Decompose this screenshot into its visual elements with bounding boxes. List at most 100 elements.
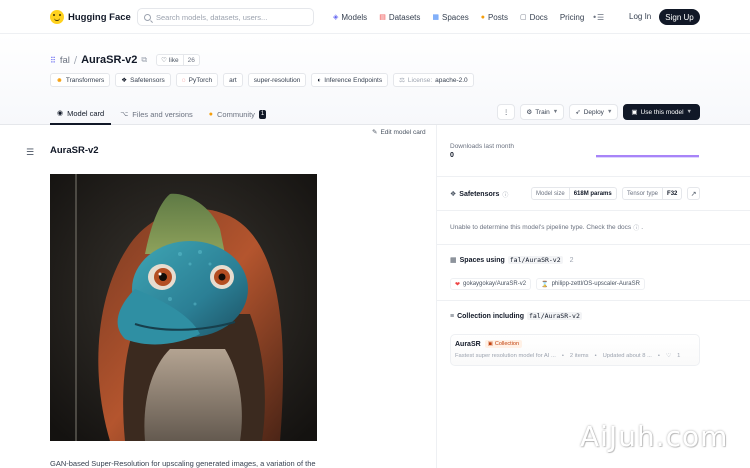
downloads-label: Downloads last month	[450, 143, 514, 150]
hourglass-icon: ⌛	[541, 281, 549, 288]
downloads-value: 0	[450, 152, 454, 159]
repo-title-row: ⠿ fal / AuraSR-v2 ⧉ ♡ like 26	[50, 53, 200, 67]
collection-icon: ≡	[450, 312, 455, 320]
repo-tabs: ◉ Model card ⌥ Files and versions ● Comm…	[50, 103, 275, 125]
collection-badge: ▣ Collection	[484, 340, 523, 348]
train-button[interactable]: ⚙ Train ▼	[520, 104, 565, 120]
nav-link-pricing[interactable]: Pricing	[560, 13, 584, 22]
collection-name: AuraSR	[455, 340, 481, 348]
database-icon: ▤	[379, 14, 386, 21]
repo-name[interactable]: AuraSR-v2	[81, 54, 137, 66]
table-of-contents-icon[interactable]: ☰	[26, 148, 34, 158]
space-chip[interactable]: ❤ gokaygokay/AuraSR-v2	[450, 278, 532, 290]
external-link-icon[interactable]: ↗	[687, 187, 700, 200]
posts-icon: ●	[480, 13, 485, 21]
hugging-face-emoji-icon	[50, 10, 64, 24]
info-icon[interactable]: ⓘ	[502, 190, 508, 199]
search-icon	[144, 13, 151, 21]
downloads-sparkline	[596, 155, 699, 158]
login-link[interactable]: Log In	[629, 12, 651, 21]
thumbs-up-icon: ♡	[665, 353, 672, 359]
docs-icon: ▢	[519, 14, 527, 21]
search-box[interactable]	[137, 8, 314, 26]
collection-icon: ▣	[487, 341, 493, 347]
transformers-icon: ☻	[56, 76, 63, 84]
tag-inference-endpoints[interactable]: ◐ Inference Endpoints	[311, 73, 389, 87]
collection-heading: ≡ Collection including fal/AuraSR-v2	[450, 312, 582, 320]
pipeline-note: Unable to determine this model's pipelin…	[450, 223, 644, 232]
safetensors-heading: ❖ Safetensors ⓘ	[450, 190, 509, 199]
repo-slash: /	[73, 54, 78, 66]
deploy-button[interactable]: ➶ Deploy ▼	[569, 104, 619, 120]
model-card-heading: AuraSR-v2	[50, 145, 99, 156]
section-divider	[437, 300, 750, 301]
nav-link-models[interactable]: ◈ Models	[333, 13, 367, 22]
model-card-icon: ◉	[57, 110, 64, 117]
tag-art[interactable]: art	[223, 73, 243, 87]
tab-community[interactable]: ● Community 1	[202, 103, 274, 125]
section-divider	[437, 176, 750, 177]
chevron-down-icon: ▼	[606, 109, 613, 115]
repo-header: ⠿ fal / AuraSR-v2 ⧉ ♡ like 26 ☻ Transfor…	[0, 34, 750, 125]
info-icon[interactable]: ⓘ	[633, 223, 639, 232]
community-icon: ●	[208, 110, 213, 118]
more-options-button[interactable]: ⋮	[496, 104, 516, 120]
spaces-icon: ▦	[450, 257, 457, 264]
nav-links: ◈ Models ▤ Datasets ▦ Spaces ● Posts ▢ D…	[333, 9, 604, 25]
files-icon: ⌥	[120, 111, 129, 118]
like-count: 26	[187, 56, 195, 64]
repo-actions: ⋮ ⚙ Train ▼ ➶ Deploy ▼ ▣ Use this model …	[496, 104, 700, 120]
cube-icon: ◈	[333, 14, 339, 21]
more-menu-icon[interactable]: •☰	[592, 13, 604, 22]
model-size-pill: Model size 618M params	[531, 187, 617, 200]
spaces-icon: ▦	[432, 14, 440, 21]
tag-safetensors[interactable]: ❖ Safetensors	[115, 73, 171, 87]
collection-card[interactable]: AuraSR ▣ Collection Fastest super resolu…	[450, 334, 700, 366]
chevron-down-icon: ▼	[552, 109, 559, 115]
space-chip[interactable]: ⌛ philipp-zettl/OS-upscaler-AuraSR	[536, 278, 645, 290]
top-navbar: Hugging Face ◈ Models ▤ Datasets ▦ Space…	[0, 0, 750, 34]
model-description-text: GAN-based Super-Resolution for upscaling…	[50, 459, 316, 468]
collection-meta: Fastest super resolution model for AI ..…	[455, 353, 681, 359]
pencil-icon: ✎	[372, 129, 378, 136]
tag-super-resolution[interactable]: super-resolution	[247, 73, 307, 87]
safetensors-icon: ❖	[121, 77, 128, 84]
use-this-model-button[interactable]: ▣ Use this model ▼	[623, 104, 700, 120]
tab-model-card[interactable]: ◉ Model card	[50, 103, 112, 125]
tag-pytorch[interactable]: ◌ PyTorch	[175, 73, 219, 87]
watermark-text: AiJuh.com	[580, 420, 729, 453]
nav-link-spaces[interactable]: ▦ Spaces	[432, 13, 468, 22]
search-input[interactable]	[156, 12, 306, 22]
code-icon: ▣	[631, 109, 638, 116]
heart-icon: ♡	[161, 57, 167, 64]
spaces-count: 2	[569, 256, 574, 264]
spaces-list: ❤ gokaygokay/AuraSR-v2 ⌛ philipp-zettl/O…	[450, 278, 645, 290]
train-icon: ⚙	[526, 109, 533, 116]
edit-model-card-link[interactable]: ✎ Edit model card	[372, 127, 426, 137]
safetensors-icon: ❖	[450, 191, 457, 198]
endpoints-icon: ◐	[317, 76, 322, 84]
hero-image-lizard-portrait	[50, 174, 317, 441]
tag-transformers[interactable]: ☻ Transformers	[50, 73, 111, 87]
heart-icon: ❤	[455, 281, 461, 288]
tensor-type-pill: Tensor type F32	[622, 187, 683, 200]
repo-org[interactable]: fal	[60, 55, 70, 66]
community-count-badge: 1	[258, 109, 267, 119]
brand-logo[interactable]: Hugging Face	[50, 9, 131, 25]
chevron-down-icon: ▼	[686, 109, 692, 115]
like-button[interactable]: ♡ like 26	[156, 54, 200, 66]
nav-link-posts[interactable]: ● Posts	[481, 13, 508, 22]
tag-list: ☻ Transformers ❖ Safetensors ◌ PyTorch a…	[50, 73, 474, 87]
nav-link-datasets[interactable]: ▤ Datasets	[379, 13, 420, 22]
copy-icon[interactable]: ⧉	[141, 55, 147, 65]
tab-files-and-versions[interactable]: ⌥ Files and versions	[113, 103, 200, 125]
tag-license[interactable]: ⚖ License: apache-2.0	[393, 73, 474, 87]
scale-icon: ⚖	[399, 77, 405, 84]
nav-link-docs[interactable]: ▢ Docs	[520, 13, 548, 22]
signup-button[interactable]: Sign Up	[659, 9, 700, 25]
spaces-using-heading: ▦ Spaces using fal/AuraSR-v2 2	[450, 256, 574, 264]
pytorch-icon: ◌	[181, 76, 186, 84]
kebab-icon: ⋮	[502, 109, 510, 116]
brand-name: Hugging Face	[68, 11, 131, 23]
deploy-icon: ➶	[575, 109, 581, 116]
